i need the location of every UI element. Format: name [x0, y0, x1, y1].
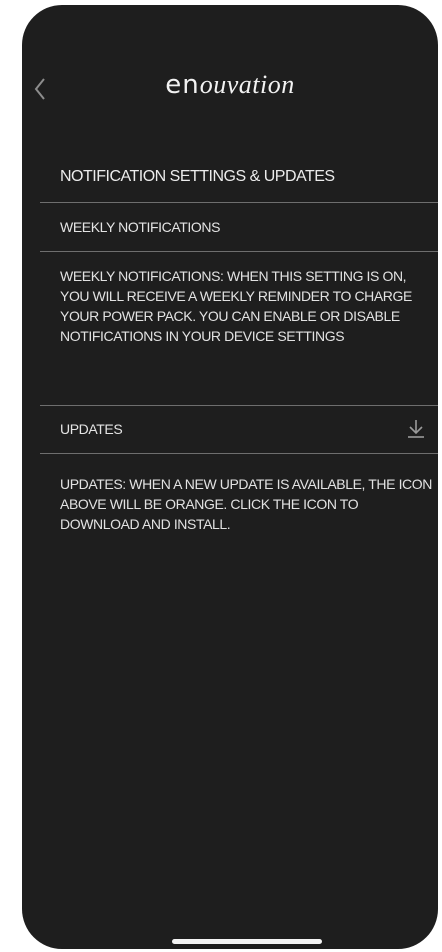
home-indicator[interactable] [172, 939, 322, 944]
divider [40, 405, 438, 406]
page-title: NOTIFICATION SETTINGS & UPDATES [60, 168, 335, 185]
updates-row[interactable]: UPDATES [40, 407, 438, 451]
logo-suffix: ouvation [199, 70, 295, 99]
app-logo: enouvation [22, 69, 438, 100]
logo-prefix: en [165, 70, 200, 100]
updates-label: UPDATES [60, 421, 123, 437]
download-icon [408, 420, 424, 438]
weekly-notifications-row[interactable]: WEEKLY NOTIFICATIONS [40, 205, 438, 249]
weekly-notifications-description: WEEKLY NOTIFICATIONS: WHEN THIS SETTING … [60, 268, 412, 344]
divider [40, 202, 438, 203]
app-screen: enouvation NOTIFICATION SETTINGS & UPDAT… [22, 5, 438, 949]
divider [40, 453, 438, 454]
weekly-notifications-label: WEEKLY NOTIFICATIONS [60, 219, 221, 235]
download-button[interactable] [406, 418, 426, 440]
divider [40, 251, 438, 252]
updates-description: UPDATES: WHEN A NEW UPDATE IS AVAILABLE,… [60, 476, 432, 532]
